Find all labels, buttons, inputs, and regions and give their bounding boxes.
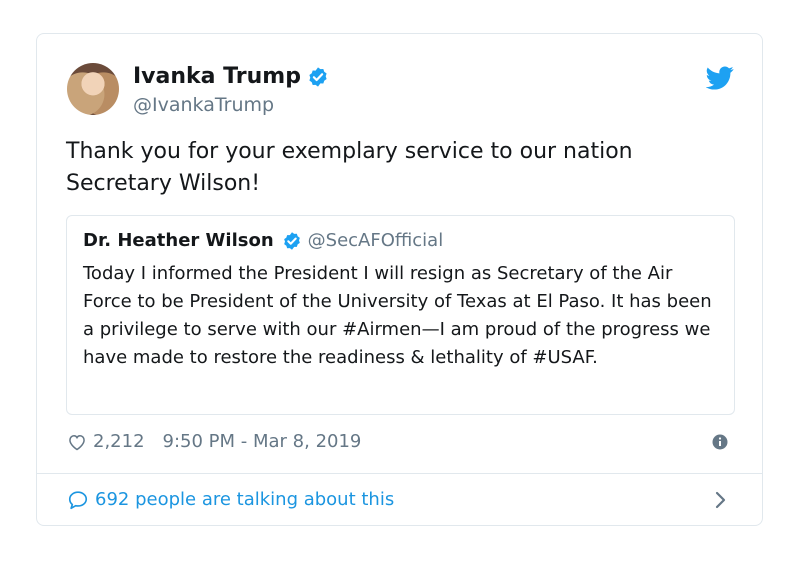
tweet-text: Thank you for your exemplary service to … xyxy=(66,139,633,196)
like-count[interactable]: 2,212 xyxy=(93,429,145,455)
quoted-tweet[interactable]: Dr. Heather Wilson @SecAFOfficial Today … xyxy=(66,215,735,415)
verified-badge-icon xyxy=(309,67,327,87)
author-name-row: Ivanka Trump xyxy=(133,62,329,92)
divider xyxy=(37,473,762,474)
verified-badge-icon xyxy=(283,232,300,250)
quoted-tweet-text: Today I informed the President I will re… xyxy=(83,263,712,368)
author-avatar[interactable] xyxy=(67,63,119,115)
comment-bubble-icon xyxy=(68,491,88,510)
tweet-timestamp[interactable]: 9:50 PM - Mar 8, 2019 xyxy=(163,429,362,455)
quoted-author-row: Dr. Heather Wilson @SecAFOfficial xyxy=(83,228,443,254)
info-icon[interactable] xyxy=(712,434,728,450)
conversation-link[interactable]: 692 people are talking about this xyxy=(67,487,394,513)
heart-icon[interactable] xyxy=(67,432,87,452)
quoted-author-name: Dr. Heather Wilson xyxy=(83,230,274,251)
chevron-right-icon[interactable] xyxy=(714,489,728,511)
author-name[interactable]: Ivanka Trump xyxy=(133,62,301,92)
author-handle[interactable]: @IvankaTrump xyxy=(133,92,274,118)
tweet-card: Ivanka Trump @IvankaTrump Thank you for … xyxy=(36,33,763,526)
twitter-bird-icon[interactable] xyxy=(706,66,734,90)
tweet-meta: 2,212 9:50 PM - Mar 8, 2019 xyxy=(67,429,361,455)
quoted-author-handle: @SecAFOfficial xyxy=(307,230,444,251)
talking-count-text[interactable]: 692 people are talking about this xyxy=(95,487,394,513)
